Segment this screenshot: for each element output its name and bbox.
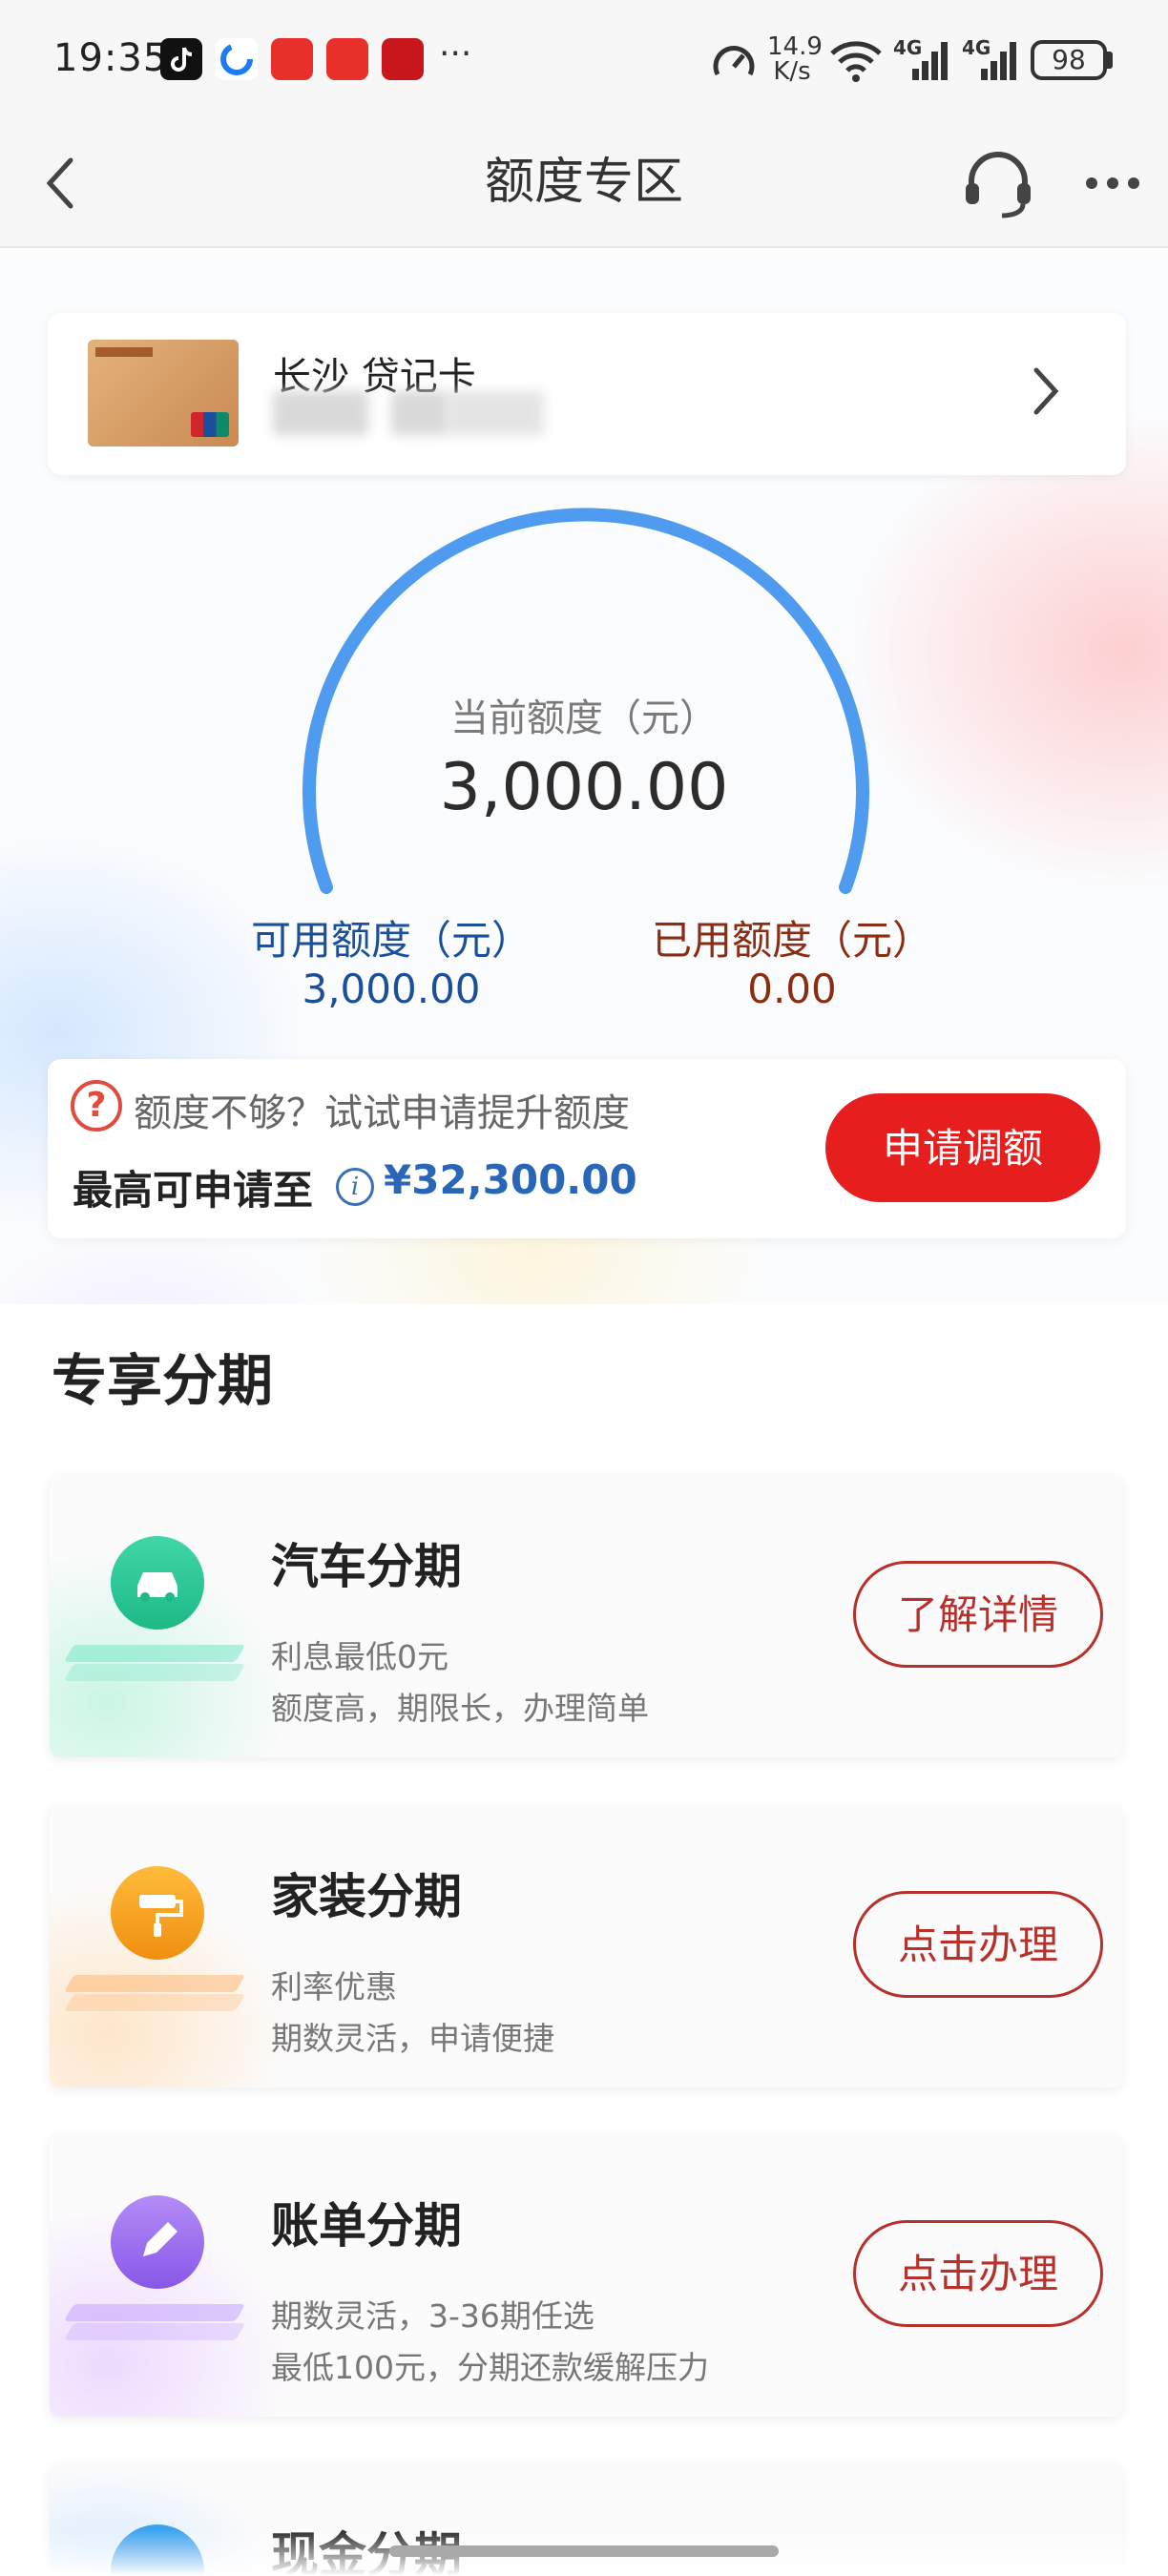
car-icon (111, 1536, 204, 1630)
masked-card-number (273, 391, 368, 435)
app-red-icon-2 (326, 38, 368, 80)
apply-now-button[interactable]: 点击办理 (853, 2220, 1103, 2327)
wifi-icon (828, 38, 884, 84)
masked-card-number (391, 391, 448, 435)
net-speed: 14.9 K/s (767, 32, 823, 86)
signal-label-2: 4G (962, 36, 991, 59)
installment-card-bill[interactable]: 账单分期 期数灵活，3-36期任选 最低100元，分期还款缓解压力 点击办理 (50, 2134, 1122, 2417)
current-limit-value: 3,000.00 (439, 750, 729, 825)
card-logo-strip (95, 347, 153, 357)
info-icon[interactable]: i (336, 1168, 374, 1206)
learn-more-button[interactable]: 了解详情 (853, 1561, 1103, 1668)
status-time: 19:35 (53, 36, 169, 80)
app-red-icon-1 (271, 38, 313, 80)
installment-desc-1: 利息最低0元 (271, 1638, 448, 1675)
signal-icon-1: 4G (893, 36, 954, 84)
limit-increase-prompt: 额度不够？试试申请提升额度 (134, 1091, 630, 1135)
available-limit-label: 可用额度（元） (250, 917, 532, 964)
max-apply-amount: ¥32,300.00 (384, 1156, 637, 1203)
installment-title: 家装分期 (271, 1869, 462, 1924)
max-apply-label: 最高可申请至 (73, 1167, 314, 1214)
installment-title: 账单分期 (271, 2198, 462, 2254)
chevron-right-icon[interactable] (1027, 363, 1065, 420)
net-speed-value: 14.9 (767, 32, 823, 61)
icon-plate (63, 1664, 246, 1681)
home-indicator[interactable] (389, 2545, 779, 2557)
more-menu-icon[interactable] (1082, 174, 1143, 193)
question-icon: ? (71, 1080, 122, 1132)
signal-label-1: 4G (893, 36, 923, 59)
installment-desc-2: 额度高，期限长，办理简单 (271, 1690, 649, 1727)
used-limit-value: 0.00 (747, 966, 837, 1012)
app-red-icon-3 (382, 38, 424, 80)
masked-card-number (448, 391, 544, 435)
apply-now-button[interactable]: 点击办理 (853, 1891, 1103, 1998)
section-title: 专享分期 (52, 1348, 274, 1413)
installment-desc-2: 最低100元，分期还款缓解压力 (271, 2349, 709, 2386)
icon-plate (63, 1994, 246, 2011)
icon-plate (63, 1975, 246, 1992)
installment-card-home[interactable]: 家装分期 利率优惠 期数灵活，申请便捷 点击办理 (50, 1805, 1122, 2088)
app-swirl-icon (216, 38, 258, 80)
tiktok-icon (160, 38, 202, 80)
net-speed-unit: K/s (773, 57, 811, 86)
available-limit-value: 3,000.00 (302, 966, 481, 1012)
pencil-icon (111, 2195, 204, 2289)
speed-gauge-icon (710, 38, 758, 86)
apply-adjust-button[interactable]: 申请调额 (825, 1093, 1100, 1202)
signal-icon-2: 4G (962, 36, 1023, 84)
current-limit-label: 当前额度（元） (450, 696, 718, 740)
paint-roller-icon (111, 1866, 204, 1960)
used-limit-label: 已用额度（元） (651, 917, 932, 964)
icon-plate (63, 1645, 246, 1662)
installment-desc-1: 期数灵活，3-36期任选 (271, 2297, 594, 2335)
battery-icon: 98 (1031, 40, 1107, 80)
installment-desc-1: 利率优惠 (271, 1968, 397, 2005)
battery-tip (1107, 52, 1113, 69)
installment-title: 汽车分期 (271, 1539, 462, 1594)
installment-desc-2: 期数灵活，申请便捷 (271, 2020, 554, 2057)
bank-card-image (88, 340, 239, 447)
unionpay-logo (191, 412, 229, 437)
icon-plate (63, 2304, 246, 2321)
icon-plate (63, 2323, 246, 2340)
installment-card-car[interactable]: 汽车分期 利息最低0元 额度高，期限长，办理简单 了解详情 (50, 1475, 1122, 1757)
more-notifications-icon: ··· (439, 34, 472, 73)
customer-service-icon[interactable] (958, 143, 1038, 223)
